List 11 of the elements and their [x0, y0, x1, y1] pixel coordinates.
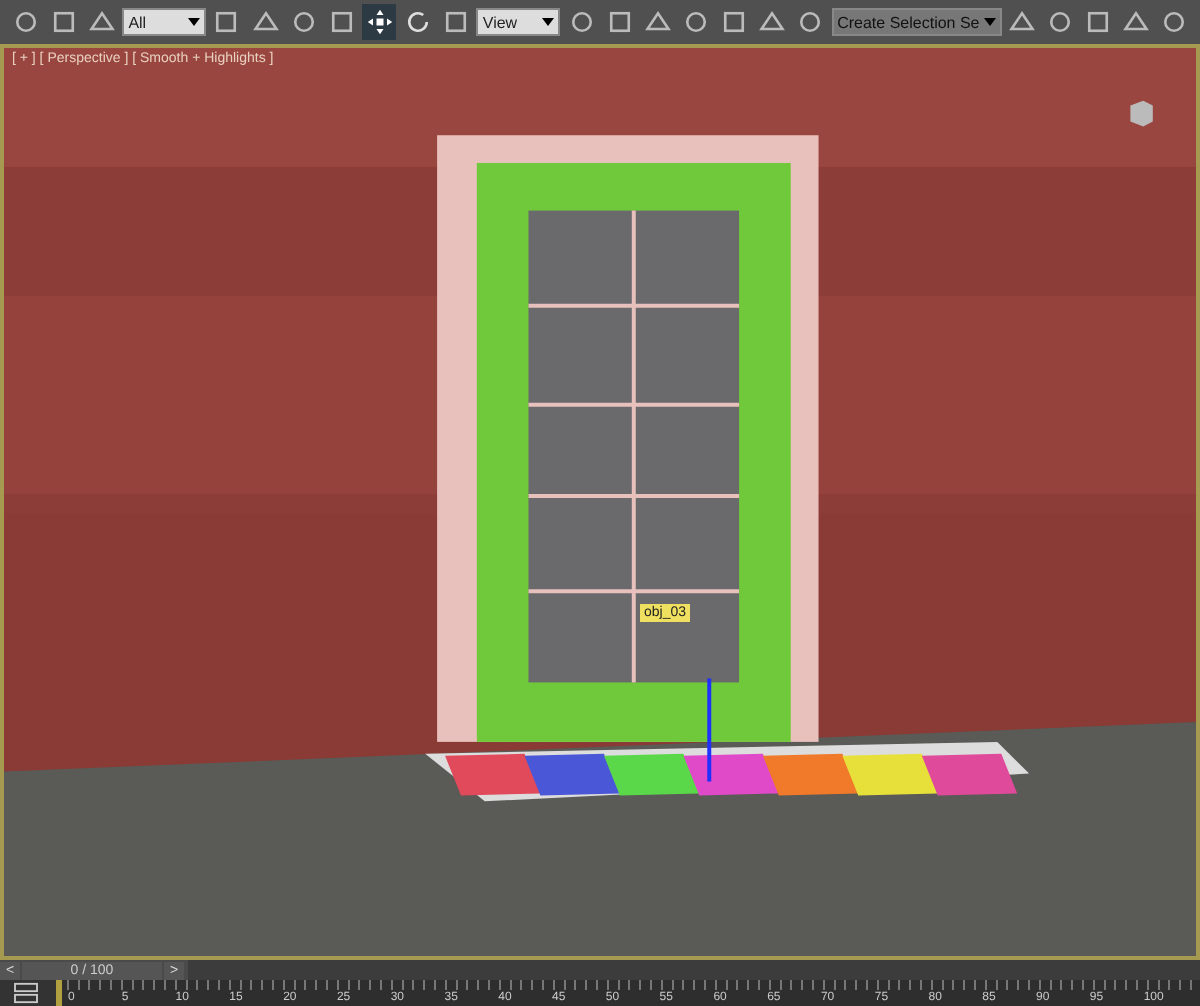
view-cube-icon[interactable] [1124, 96, 1156, 128]
caret-icon [542, 18, 555, 26]
toolbar-button[interactable] [362, 4, 397, 40]
caret-icon [187, 18, 200, 26]
rotate-icon [403, 8, 432, 36]
move-icon [365, 8, 394, 36]
caret-icon [983, 18, 996, 26]
dropdown[interactable]: Create Selection Se [831, 8, 1002, 36]
dropdown[interactable]: View [476, 8, 561, 36]
key-filter-icon[interactable] [12, 982, 40, 1004]
dropdown[interactable]: All [122, 8, 206, 36]
